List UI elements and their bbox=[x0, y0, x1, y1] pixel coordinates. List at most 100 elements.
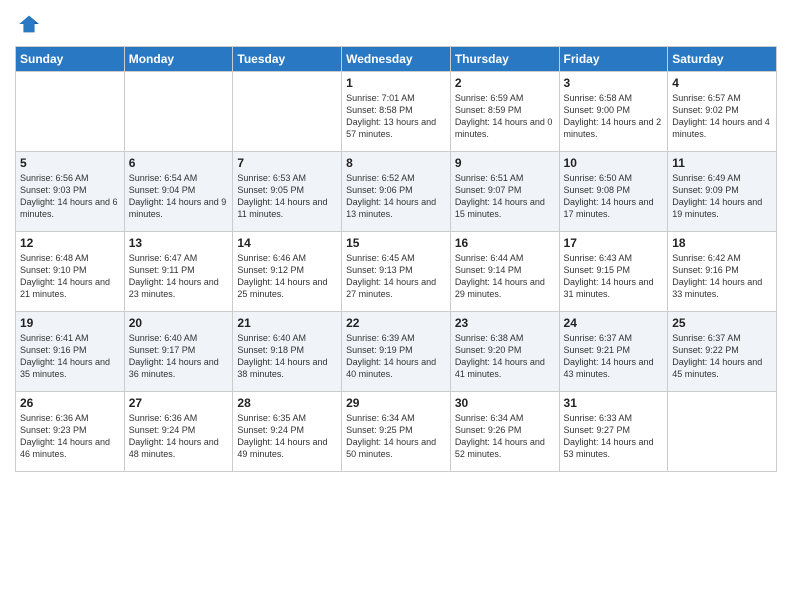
week-row-5: 26 Sunrise: 6:36 AM Sunset: 9:23 PM Dayli… bbox=[16, 392, 777, 472]
day-cell: 8Sunrise: 6:52 AM Sunset: 9:06 PM Daylig… bbox=[342, 152, 451, 232]
col-header-monday: Monday bbox=[124, 47, 233, 72]
day-cell: 25 Sunrise: 6:37 AM Sunset: 9:22 PM Dayli… bbox=[668, 312, 777, 392]
week-row-1: 1 Sunrise: 7:01 AM Sunset: 8:58 PM Daylig… bbox=[16, 72, 777, 152]
day-number: 22 bbox=[346, 316, 446, 330]
day-cell: 27Sunrise: 6:36 AM Sunset: 9:24 PM Dayli… bbox=[124, 392, 233, 472]
day-info: Sunrise: 6:33 AM Sunset: 9:27 PM Dayligh… bbox=[564, 412, 664, 461]
day-info: Sunrise: 6:53 AM Sunset: 9:05 PM Dayligh… bbox=[237, 172, 337, 221]
day-number: 19 bbox=[20, 316, 120, 330]
day-number: 3 bbox=[564, 76, 664, 90]
day-info: Sunrise: 6:40 AM Sunset: 9:17 PM Dayligh… bbox=[129, 332, 229, 381]
day-cell: 15 Sunrise: 6:45 AM Sunset: 9:13 PM Dayli… bbox=[342, 232, 451, 312]
col-header-thursday: Thursday bbox=[450, 47, 559, 72]
day-cell: 28 Sunrise: 6:35 AM Sunset: 9:24 PM Dayli… bbox=[233, 392, 342, 472]
day-number: 9 bbox=[455, 156, 555, 170]
day-cell: 26 Sunrise: 6:36 AM Sunset: 9:23 PM Dayli… bbox=[16, 392, 125, 472]
day-cell: 23 Sunrise: 6:38 AM Sunset: 9:20 PM Dayli… bbox=[450, 312, 559, 392]
day-cell: 12Sunrise: 6:48 AM Sunset: 9:10 PM Dayli… bbox=[16, 232, 125, 312]
day-info: Sunrise: 6:38 AM Sunset: 9:20 PM Dayligh… bbox=[455, 332, 555, 381]
day-info: Sunrise: 6:47 AM Sunset: 9:11 PM Dayligh… bbox=[129, 252, 229, 301]
day-number: 17 bbox=[564, 236, 664, 250]
day-info: Sunrise: 6:39 AM Sunset: 9:19 PM Dayligh… bbox=[346, 332, 446, 381]
day-cell: 4 Sunrise: 6:57 AM Sunset: 9:02 PM Daylig… bbox=[668, 72, 777, 152]
day-cell: 2Sunrise: 6:59 AM Sunset: 8:59 PM Daylig… bbox=[450, 72, 559, 152]
day-info: Sunrise: 6:59 AM Sunset: 8:59 PM Dayligh… bbox=[455, 92, 555, 141]
day-info: Sunrise: 6:37 AM Sunset: 9:22 PM Dayligh… bbox=[672, 332, 772, 381]
header bbox=[15, 10, 777, 38]
week-row-4: 19 Sunrise: 6:41 AM Sunset: 9:16 PM Dayli… bbox=[16, 312, 777, 392]
day-number: 23 bbox=[455, 316, 555, 330]
day-cell: 7 Sunrise: 6:53 AM Sunset: 9:05 PM Daylig… bbox=[233, 152, 342, 232]
day-info: Sunrise: 6:49 AM Sunset: 9:09 PM Dayligh… bbox=[672, 172, 772, 221]
day-info: Sunrise: 6:37 AM Sunset: 9:21 PM Dayligh… bbox=[564, 332, 664, 381]
day-number: 6 bbox=[129, 156, 229, 170]
day-number: 20 bbox=[129, 316, 229, 330]
day-number: 16 bbox=[455, 236, 555, 250]
day-info: Sunrise: 6:56 AM Sunset: 9:03 PM Dayligh… bbox=[20, 172, 120, 221]
day-info: Sunrise: 6:45 AM Sunset: 9:13 PM Dayligh… bbox=[346, 252, 446, 301]
day-number: 18 bbox=[672, 236, 772, 250]
day-info: Sunrise: 6:52 AM Sunset: 9:06 PM Dayligh… bbox=[346, 172, 446, 221]
day-info: Sunrise: 6:46 AM Sunset: 9:12 PM Dayligh… bbox=[237, 252, 337, 301]
logo-icon bbox=[15, 10, 43, 38]
day-cell: 16Sunrise: 6:44 AM Sunset: 9:14 PM Dayli… bbox=[450, 232, 559, 312]
day-cell bbox=[233, 72, 342, 152]
day-cell: 31 Sunrise: 6:33 AM Sunset: 9:27 PM Dayli… bbox=[559, 392, 668, 472]
calendar-table: SundayMondayTuesdayWednesdayThursdayFrid… bbox=[15, 46, 777, 472]
col-header-friday: Friday bbox=[559, 47, 668, 72]
day-cell bbox=[16, 72, 125, 152]
col-header-wednesday: Wednesday bbox=[342, 47, 451, 72]
day-cell: 14 Sunrise: 6:46 AM Sunset: 9:12 PM Dayli… bbox=[233, 232, 342, 312]
day-info: Sunrise: 6:41 AM Sunset: 9:16 PM Dayligh… bbox=[20, 332, 120, 381]
day-number: 14 bbox=[237, 236, 337, 250]
day-number: 7 bbox=[237, 156, 337, 170]
day-number: 15 bbox=[346, 236, 446, 250]
day-cell: 20 Sunrise: 6:40 AM Sunset: 9:17 PM Dayli… bbox=[124, 312, 233, 392]
day-number: 12 bbox=[20, 236, 120, 250]
day-info: Sunrise: 6:43 AM Sunset: 9:15 PM Dayligh… bbox=[564, 252, 664, 301]
day-info: Sunrise: 6:35 AM Sunset: 9:24 PM Dayligh… bbox=[237, 412, 337, 461]
day-number: 24 bbox=[564, 316, 664, 330]
day-cell: 6 Sunrise: 6:54 AM Sunset: 9:04 PM Daylig… bbox=[124, 152, 233, 232]
col-header-saturday: Saturday bbox=[668, 47, 777, 72]
day-number: 11 bbox=[672, 156, 772, 170]
col-header-sunday: Sunday bbox=[16, 47, 125, 72]
day-cell: 24 Sunrise: 6:37 AM Sunset: 9:21 PM Dayli… bbox=[559, 312, 668, 392]
week-row-2: 5Sunrise: 6:56 AM Sunset: 9:03 PM Daylig… bbox=[16, 152, 777, 232]
day-info: Sunrise: 6:51 AM Sunset: 9:07 PM Dayligh… bbox=[455, 172, 555, 221]
day-info: Sunrise: 6:34 AM Sunset: 9:26 PM Dayligh… bbox=[455, 412, 555, 461]
day-info: Sunrise: 6:54 AM Sunset: 9:04 PM Dayligh… bbox=[129, 172, 229, 221]
day-cell: 17 Sunrise: 6:43 AM Sunset: 9:15 PM Dayli… bbox=[559, 232, 668, 312]
col-header-tuesday: Tuesday bbox=[233, 47, 342, 72]
header-row: SundayMondayTuesdayWednesdayThursdayFrid… bbox=[16, 47, 777, 72]
day-cell: 18Sunrise: 6:42 AM Sunset: 9:16 PM Dayli… bbox=[668, 232, 777, 312]
page: SundayMondayTuesdayWednesdayThursdayFrid… bbox=[0, 0, 792, 612]
day-number: 13 bbox=[129, 236, 229, 250]
day-number: 31 bbox=[564, 396, 664, 410]
day-cell: 13 Sunrise: 6:47 AM Sunset: 9:11 PM Dayli… bbox=[124, 232, 233, 312]
logo bbox=[15, 10, 47, 38]
day-info: Sunrise: 6:36 AM Sunset: 9:23 PM Dayligh… bbox=[20, 412, 120, 461]
day-cell: 30Sunrise: 6:34 AM Sunset: 9:26 PM Dayli… bbox=[450, 392, 559, 472]
day-cell bbox=[124, 72, 233, 152]
day-cell: 9 Sunrise: 6:51 AM Sunset: 9:07 PM Daylig… bbox=[450, 152, 559, 232]
day-cell: 10Sunrise: 6:50 AM Sunset: 9:08 PM Dayli… bbox=[559, 152, 668, 232]
day-info: Sunrise: 6:57 AM Sunset: 9:02 PM Dayligh… bbox=[672, 92, 772, 141]
day-cell: 3Sunrise: 6:58 AM Sunset: 9:00 PM Daylig… bbox=[559, 72, 668, 152]
day-number: 1 bbox=[346, 76, 446, 90]
day-number: 26 bbox=[20, 396, 120, 410]
week-row-3: 12Sunrise: 6:48 AM Sunset: 9:10 PM Dayli… bbox=[16, 232, 777, 312]
day-number: 21 bbox=[237, 316, 337, 330]
day-cell: 5Sunrise: 6:56 AM Sunset: 9:03 PM Daylig… bbox=[16, 152, 125, 232]
day-number: 4 bbox=[672, 76, 772, 90]
day-cell: 21Sunrise: 6:40 AM Sunset: 9:18 PM Dayli… bbox=[233, 312, 342, 392]
day-number: 25 bbox=[672, 316, 772, 330]
day-cell: 11 Sunrise: 6:49 AM Sunset: 9:09 PM Dayli… bbox=[668, 152, 777, 232]
day-cell: 29Sunrise: 6:34 AM Sunset: 9:25 PM Dayli… bbox=[342, 392, 451, 472]
day-number: 28 bbox=[237, 396, 337, 410]
day-cell: 1 Sunrise: 7:01 AM Sunset: 8:58 PM Daylig… bbox=[342, 72, 451, 152]
day-number: 27 bbox=[129, 396, 229, 410]
day-info: Sunrise: 7:01 AM Sunset: 8:58 PM Dayligh… bbox=[346, 92, 446, 141]
day-number: 29 bbox=[346, 396, 446, 410]
day-number: 10 bbox=[564, 156, 664, 170]
